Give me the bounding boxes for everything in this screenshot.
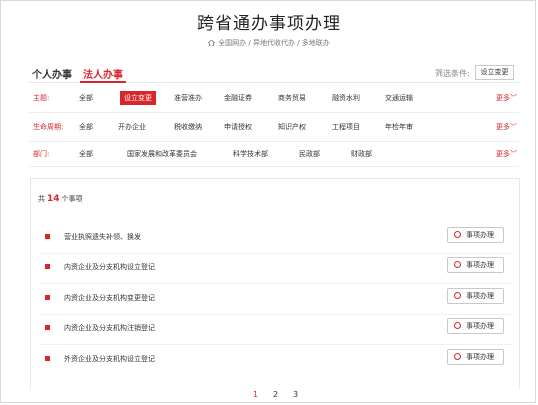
more-link[interactable]: 更多﹀ xyxy=(496,122,517,132)
list-item: 内资企业及分支机构设立登记 事项办理 xyxy=(40,257,512,284)
filter-option[interactable]: 知识产权 xyxy=(278,122,306,132)
breadcrumb: 全国网办 / 异地代收代办 / 多地联办 xyxy=(0,38,538,48)
item-divider xyxy=(40,253,512,254)
more-link[interactable]: 更多﹀ xyxy=(496,93,517,103)
item-divider xyxy=(40,283,512,284)
handle-button[interactable]: 事项办理 xyxy=(447,257,504,273)
filter-option-selected[interactable]: 设立变更 xyxy=(120,91,156,105)
bullet-icon xyxy=(45,325,50,330)
edit-icon xyxy=(454,353,461,360)
row-divider xyxy=(29,166,519,167)
filter-option[interactable]: 科学技术部 xyxy=(233,149,268,159)
list-item: 营业执照遗失补领、换发 事项办理 xyxy=(40,227,512,254)
more-link[interactable]: 更多﹀ xyxy=(496,149,517,159)
filter-option[interactable]: 财政部 xyxy=(351,149,372,159)
edit-icon xyxy=(454,231,461,238)
filter-option[interactable]: 开办企业 xyxy=(118,122,146,132)
selected-filter-chip[interactable]: 设立变更 xyxy=(475,65,514,80)
item-name[interactable]: 内资企业及分支机构变更登记 xyxy=(64,293,155,303)
item-name[interactable]: 外资企业及分支机构设立登记 xyxy=(64,354,155,364)
edit-icon xyxy=(454,261,461,268)
edit-icon xyxy=(454,292,461,299)
filter-option[interactable]: 金融证券 xyxy=(224,93,252,103)
filter-row-label: 部门: xyxy=(33,150,50,158)
row-divider xyxy=(29,141,519,142)
filter-option[interactable]: 民政部 xyxy=(299,149,320,159)
filter-option[interactable]: 准营准办 xyxy=(174,93,202,103)
filter-option[interactable]: 全部 xyxy=(79,149,93,159)
filter-option[interactable]: 年检年审 xyxy=(385,122,413,132)
filter-row-lifecycle: 生命周期: 全部 开办企业 税收缴纳 申请授权 知识产权 工程项目 年检年审 更… xyxy=(33,120,518,134)
filter-option[interactable]: 商务贸易 xyxy=(278,93,306,103)
active-tab-underline xyxy=(80,81,126,83)
filter-row-label: 生命周期: xyxy=(33,123,64,131)
home-icon xyxy=(208,40,216,46)
handle-button[interactable]: 事项办理 xyxy=(447,318,504,334)
edit-icon xyxy=(454,322,461,329)
breadcrumb-text: 全国网办 / 异地代收代办 / 多地联办 xyxy=(218,39,330,47)
filter-row-label: 主题: xyxy=(33,94,50,102)
chevron-down-icon: ﹀ xyxy=(510,150,517,158)
page-link[interactable]: 3 xyxy=(293,390,298,399)
filter-option[interactable]: 税收缴纳 xyxy=(174,122,202,132)
filter-option[interactable]: 交通运输 xyxy=(385,93,413,103)
item-divider xyxy=(40,314,512,315)
tab-personal[interactable]: 个人办事 xyxy=(32,66,72,81)
filter-option[interactable]: 全部 xyxy=(79,122,93,132)
tab-legal-person[interactable]: 法人办事 xyxy=(83,66,123,81)
page-link-current[interactable]: 1 xyxy=(253,390,258,399)
list-item: 内资企业及分支机构注销登记 事项办理 xyxy=(40,318,512,345)
chevron-down-icon: ﹀ xyxy=(510,94,517,102)
result-count: 共 14 个事项 xyxy=(38,194,83,204)
filter-row-theme: 主题: 全部 设立变更 准营准办 金融证券 商务贸易 融资水利 交通运输 更多﹀ xyxy=(33,91,518,105)
list-item: 外资企业及分支机构设立登记 事项办理 xyxy=(40,349,512,369)
filter-option[interactable]: 工程项目 xyxy=(332,122,360,132)
filter-option[interactable]: 国家发展和改革委员会 xyxy=(127,149,197,159)
bullet-icon xyxy=(45,295,50,300)
chevron-down-icon: ﹀ xyxy=(510,123,517,131)
item-name[interactable]: 营业执照遗失补领、换发 xyxy=(64,232,141,242)
filter-label: 筛选条件: xyxy=(435,69,470,78)
filter-option[interactable]: 全部 xyxy=(79,93,93,103)
list-item: 内资企业及分支机构变更登记 事项办理 xyxy=(40,288,512,315)
handle-button[interactable]: 事项办理 xyxy=(447,288,504,304)
item-divider xyxy=(40,344,512,345)
bullet-icon xyxy=(45,234,50,239)
filter-row-department: 部门: 全部 国家发展和改革委员会 科学技术部 民政部 财政部 更多﹀ xyxy=(33,147,518,161)
page-link[interactable]: 2 xyxy=(273,390,278,399)
bullet-icon xyxy=(45,264,50,269)
row-divider xyxy=(29,112,519,113)
handle-button[interactable]: 事项办理 xyxy=(447,227,504,243)
filter-option[interactable]: 融资水利 xyxy=(332,93,360,103)
bullet-icon xyxy=(45,356,50,361)
handle-button[interactable]: 事项办理 xyxy=(447,349,504,365)
item-name[interactable]: 内资企业及分支机构设立登记 xyxy=(64,262,155,272)
filter-option[interactable]: 申请授权 xyxy=(224,122,252,132)
page-title: 跨省通办事项办理 xyxy=(197,14,341,34)
item-name[interactable]: 内资企业及分支机构注销登记 xyxy=(64,323,155,333)
